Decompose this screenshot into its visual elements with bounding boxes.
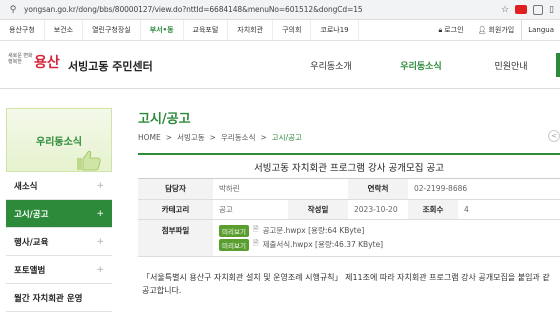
preview-button[interactable]: 미리보기 [219, 224, 249, 237]
sidebar-item-news[interactable]: 새소식 + [6, 172, 112, 200]
site-info-icon[interactable]: ⚲ [6, 3, 20, 17]
page-title: 고시/공고 [138, 112, 191, 127]
breadcrumb-news[interactable]: 우리동소식 [221, 132, 256, 143]
sidebar-item-photo[interactable]: 포토앨범 + [6, 256, 112, 284]
attachment-link[interactable]: 제출서식.hwpx [용량:46.37 KByte] [263, 239, 384, 250]
nav-item-intro[interactable]: 우리동소개 [286, 41, 376, 89]
sidebar-menu: 새소식 + 고시/공고 + 행사/교육 + 포토앨범 + 월간 자치회관 운영 [6, 172, 112, 312]
login-link[interactable]: 🔒︎ 로그인 [431, 25, 470, 35]
sidebar-header: 우리동소식 [6, 108, 112, 172]
breadcrumb-dong[interactable]: 서빙고동 [177, 132, 205, 143]
main-content: 고시/공고 HOME > 서빙고동 > 우리동소식 > 고시/공고 < 서빙고동… [138, 108, 560, 297]
phone-value: 02-2199-8686 [408, 179, 560, 200]
views-label: 조회수 [408, 199, 458, 220]
nav-item-news[interactable]: 우리동소식 [376, 41, 466, 89]
youtube-extension-icon[interactable] [515, 5, 528, 14]
attachments-label: 첨부파일 [138, 219, 213, 257]
phone-label: 연락처 [348, 179, 408, 200]
util-tab-mayor[interactable]: 열린구청장실 [83, 20, 141, 40]
util-tab-dept[interactable]: 부서•동 [141, 20, 184, 40]
sidebar-item-notice[interactable]: 고시/공고 + [6, 200, 112, 228]
user-icon: 👤︎ [477, 26, 487, 34]
attachments-cell: 미리보기 🗎 공고문.hwpx [용량:64 KByte] 미리보기 🗎 제출서… [213, 219, 560, 257]
sidebar-item-monthly[interactable]: 월간 자치회관 운영 [6, 284, 112, 312]
post-body-line: 「서울특별시 용산구 자치회관 설치 및 운영조례 시행규칙」 제11조에 따라… [142, 272, 550, 282]
attachment-item: 미리보기 🗎 공고문.hwpx [용량:64 KByte] [219, 224, 554, 238]
browser-address-bar: ⚲ yongsan.go.kr/dong/bbs/80000127/view.d… [0, 0, 560, 20]
plus-icon: + [96, 236, 104, 247]
language-selector[interactable]: Langua [521, 20, 560, 40]
post-body: 「서울특별시 용산구 자치회관 설치 및 운영조례 시행규칙」 제11조에 따라… [138, 271, 560, 297]
logo-name: 용산 [34, 55, 60, 71]
plus-icon: + [96, 208, 104, 219]
breadcrumb: HOME > 서빙고동 > 우리동소식 > 고시/공고 [138, 132, 560, 143]
breadcrumb-sep: > [260, 133, 267, 142]
share-icon[interactable]: < [548, 130, 560, 142]
util-tab-council[interactable]: 구의회 [273, 20, 312, 40]
util-tab-health[interactable]: 보건소 [45, 20, 84, 40]
util-tab-education[interactable]: 교육포털 [184, 20, 229, 40]
url-text[interactable]: yongsan.go.kr/dong/bbs/80000127/view.do?… [24, 5, 501, 14]
extensions-icon[interactable] [533, 4, 544, 15]
views-value: 4 [458, 199, 560, 220]
category-label: 카테고리 [138, 199, 213, 220]
breadcrumb-sep: > [209, 133, 216, 142]
plus-icon: + [96, 180, 104, 191]
site-util-bar: 용산구청 보건소 열린구청장실 부서•동 교육포털 자치회관 구의회 코로나19… [0, 20, 560, 41]
site-header: 새로운 변화 행복한 용산 서빙고동 주민센터 우리동소개 우리동소식 민원안내 [0, 41, 560, 89]
nav-item-civil[interactable]: 민원안내 [466, 41, 556, 89]
sidepanel-icon[interactable]: ▯ [549, 5, 554, 15]
breadcrumb-sep: > [165, 133, 173, 142]
preview-button[interactable]: 미리보기 [219, 238, 249, 251]
date-label: 작성일 [288, 199, 348, 220]
signup-link[interactable]: 👤︎ 회원가입 [471, 25, 522, 35]
post-title: 서빙고동 자치회관 프로그램 강사 공개모집 공고 [138, 153, 560, 179]
lock-icon: 🔒︎ [438, 25, 443, 34]
bookmark-star-icon[interactable]: ☆ [501, 5, 509, 15]
post-info-table: 담당자 박하린 연락처 02-2199-8686 카테고리 공고 작성일 202… [138, 179, 560, 257]
file-icon: 🗎 [252, 239, 259, 247]
author-value: 박하린 [213, 179, 348, 200]
attachment-link[interactable]: 공고문.hwpx [용량:64 KByte] [263, 225, 365, 236]
util-tab-center[interactable]: 자치회관 [228, 20, 274, 40]
file-icon: 🗎 [252, 225, 259, 233]
main-nav: 우리동소개 우리동소식 민원안내 [286, 41, 556, 89]
yongsan-logo[interactable]: 새로운 변화 행복한 용산 [8, 51, 63, 79]
post-body-line: 공고합니다. [142, 285, 182, 295]
util-tab-yongsan[interactable]: 용산구청 [0, 20, 45, 40]
category-value: 공고 [213, 199, 288, 220]
sidebar-title: 우리동소식 [36, 137, 82, 148]
author-label: 담당자 [138, 179, 213, 200]
center-name[interactable]: 서빙고동 주민센터 [68, 58, 153, 74]
sidebar: 우리동소식 새소식 + 고시/공고 + 행사/교육 + 포토앨범 + 월간 자치회관 운… [6, 108, 112, 316]
breadcrumb-home[interactable]: HOME [138, 133, 161, 142]
plus-icon: + [96, 264, 104, 275]
breadcrumb-current: 고시/공고 [271, 133, 302, 142]
util-tab-covid[interactable]: 코로나19 [311, 20, 359, 40]
sidebar-item-events[interactable]: 행사/교육 + [6, 228, 112, 256]
thumbs-up-icon [77, 150, 101, 171]
nav-overflow-edge[interactable] [556, 53, 560, 77]
date-value: 2023-10-20 [348, 199, 408, 220]
attachment-item: 미리보기 🗎 제출서식.hwpx [용량:46.37 KByte] [219, 238, 554, 252]
